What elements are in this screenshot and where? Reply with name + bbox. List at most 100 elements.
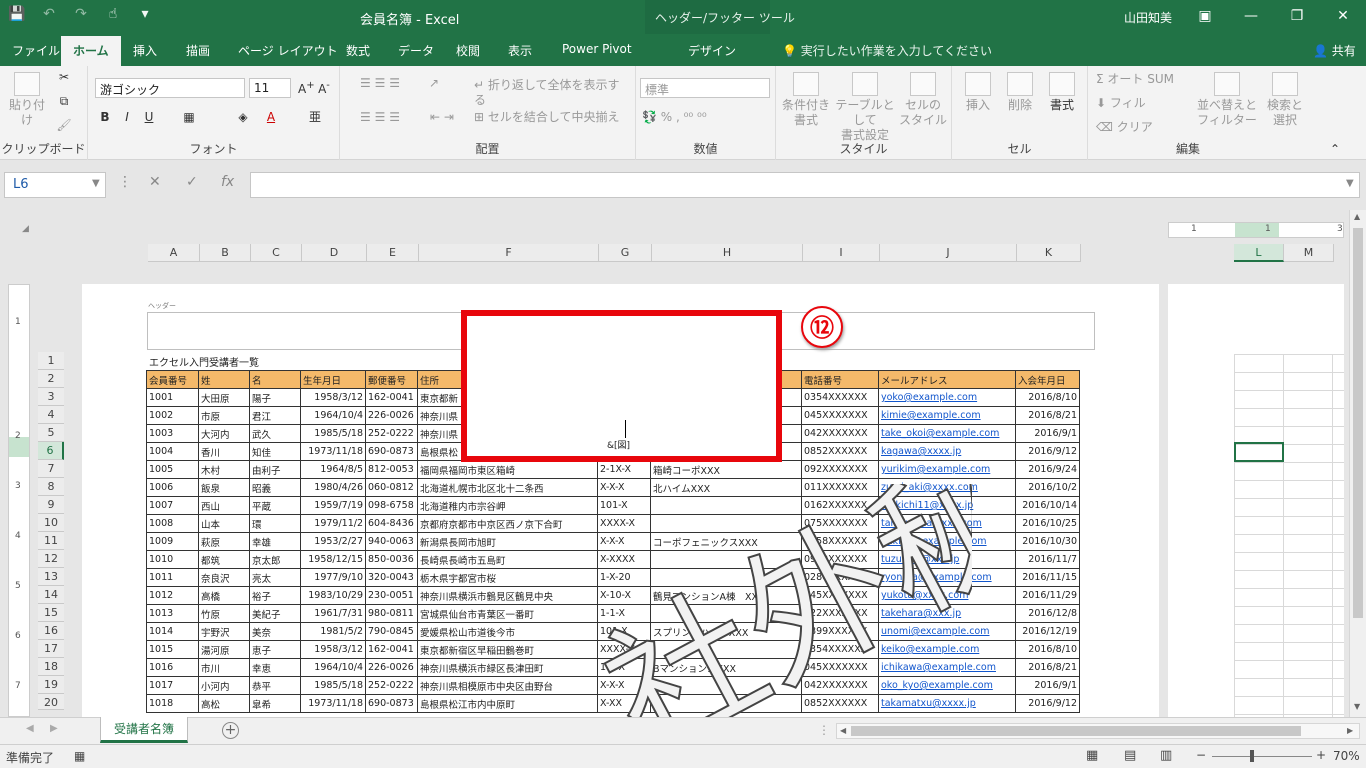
table-cell[interactable]: 愛媛県松山市道後今市 bbox=[417, 622, 598, 641]
phonetic-icon[interactable]: 亜 bbox=[306, 110, 324, 125]
table-cell[interactable]: yukota@xxxx.com bbox=[878, 586, 1016, 605]
table-cell[interactable]: 大河内 bbox=[198, 424, 250, 443]
ribbon-display-icon[interactable]: ▣ bbox=[1182, 0, 1228, 34]
table-cell[interactable]: 101-X bbox=[597, 496, 651, 515]
table-cell[interactable]: X-XX bbox=[597, 694, 651, 713]
macro-record-icon[interactable]: ▦ bbox=[74, 749, 85, 763]
tab-power-pivot[interactable]: Power Pivot bbox=[562, 42, 632, 56]
table-cell[interactable]: X-X-X bbox=[597, 478, 651, 497]
save-icon[interactable]: 💾 bbox=[8, 6, 26, 22]
enter-entry-button[interactable]: ✓ bbox=[186, 174, 198, 190]
autosum-button[interactable]: Σ オート SUM bbox=[1096, 72, 1192, 87]
table-cell[interactable]: 045XXXXXXX bbox=[801, 586, 879, 605]
tab-review[interactable]: 校閲 bbox=[456, 42, 480, 59]
table-cell[interactable]: 恵子 bbox=[249, 640, 301, 659]
bold-button[interactable]: B bbox=[98, 110, 112, 125]
table-cell[interactable]: 1964/10/4 bbox=[300, 406, 366, 425]
table-cell[interactable]: 亮太 bbox=[249, 568, 301, 587]
table-cell[interactable]: 1979/11/2 bbox=[300, 514, 366, 533]
table-cell[interactable]: 1-X-20 bbox=[597, 568, 651, 587]
table-cell[interactable]: take_okoi@example.com bbox=[878, 424, 1016, 443]
table-cell[interactable] bbox=[650, 496, 802, 515]
table-cell[interactable]: 陽子 bbox=[249, 388, 301, 407]
table-cell[interactable]: 市川 bbox=[198, 658, 250, 677]
table-cell[interactable]: 神奈川県相模原市中央区由野台 bbox=[417, 676, 598, 695]
table-cell[interactable]: 高松 bbox=[198, 694, 250, 713]
table-cell[interactable]: 1004 bbox=[146, 442, 199, 461]
table-cell[interactable]: 1981/5/2 bbox=[300, 622, 366, 641]
table-cell[interactable]: 北海道札幌市北区北十二条西 bbox=[417, 478, 598, 497]
table-cell[interactable]: tamayama@xxx.com bbox=[878, 514, 1016, 533]
table-cell[interactable]: 2-1X-X bbox=[597, 460, 651, 479]
row-header[interactable]: 1 bbox=[38, 352, 64, 370]
table-cell[interactable]: 2016/10/25 bbox=[1015, 514, 1080, 533]
row-header-selected[interactable]: 6 bbox=[38, 442, 64, 460]
column-header[interactable]: K bbox=[1017, 244, 1081, 262]
table-cell[interactable]: 2016/8/10 bbox=[1015, 388, 1080, 407]
table-cell[interactable] bbox=[650, 604, 802, 623]
row-header[interactable]: 2 bbox=[38, 370, 64, 388]
table-cell[interactable]: 1983/10/29 bbox=[300, 586, 366, 605]
table-cell[interactable]: 101-X bbox=[597, 622, 651, 641]
row-header[interactable]: 19 bbox=[38, 676, 64, 694]
table-cell[interactable]: コーポフェニックスXXX bbox=[650, 532, 802, 551]
table-cell[interactable]: 2016/9/12 bbox=[1015, 442, 1080, 461]
format-as-table-button[interactable]: テーブルとして 書式設定 bbox=[832, 72, 898, 143]
active-cell-L6[interactable] bbox=[1234, 442, 1284, 462]
table-cell[interactable]: 2016/12/19 bbox=[1015, 622, 1080, 641]
touch-mode-icon[interactable]: ☝ bbox=[104, 6, 122, 22]
table-cell[interactable]: 美紀子 bbox=[249, 604, 301, 623]
table-cell[interactable]: yurikim@example.com bbox=[878, 460, 1016, 479]
tab-split-handle[interactable]: ⋮ bbox=[818, 723, 830, 737]
table-cell[interactable]: 1964/8/5 bbox=[300, 460, 366, 479]
table-cell[interactable]: 平蔵 bbox=[249, 496, 301, 515]
tab-file[interactable]: ファイル bbox=[12, 42, 60, 59]
table-cell[interactable]: 2016/11/29 bbox=[1015, 586, 1080, 605]
table-cell[interactable]: 山本 bbox=[198, 514, 250, 533]
table-cell[interactable]: 1012 bbox=[146, 586, 199, 605]
table-cell[interactable]: kagawa@xxxx.jp bbox=[878, 442, 1016, 461]
table-cell[interactable]: 2016/9/1 bbox=[1015, 424, 1080, 443]
row-header[interactable]: 16 bbox=[38, 622, 64, 640]
table-cell[interactable]: 1014 bbox=[146, 622, 199, 641]
table-cell[interactable]: 鶴見マンションA棟 XX号 bbox=[650, 586, 802, 605]
column-header[interactable]: M bbox=[1284, 244, 1334, 262]
user-name[interactable]: 山田知美 bbox=[1124, 9, 1172, 26]
tab-insert[interactable]: 挿入 bbox=[133, 42, 157, 59]
table-cell[interactable]: 226-0026 bbox=[365, 658, 418, 677]
number-format-select[interactable]: 標準 bbox=[640, 78, 770, 98]
table-cell[interactable]: 252-0222 bbox=[365, 424, 418, 443]
horizontal-scroll-thumb[interactable] bbox=[851, 726, 1301, 736]
font-size-select[interactable]: 11 bbox=[249, 78, 291, 98]
table-cell[interactable]: 北海道稚内市宗谷岬 bbox=[417, 496, 598, 515]
shrink-font-icon[interactable]: A- bbox=[316, 78, 332, 97]
collapse-ribbon-icon[interactable]: ⌃ bbox=[1328, 142, 1342, 157]
table-cell[interactable]: 1013 bbox=[146, 604, 199, 623]
horizontal-scrollbar[interactable]: ◀ ▶ bbox=[836, 723, 1360, 739]
insert-cells-button[interactable]: 挿入 bbox=[956, 72, 1000, 113]
name-box-dropdown-icon[interactable]: ▼ bbox=[92, 178, 100, 189]
table-cell[interactable]: 西山 bbox=[198, 496, 250, 515]
prev-sheet-icon[interactable]: ◀ bbox=[26, 723, 34, 734]
table-cell[interactable]: ichikawa@example.com bbox=[878, 658, 1016, 677]
table-cell[interactable]: 京太郎 bbox=[249, 550, 301, 569]
horizontal-align-icons[interactable]: ☰ ☰ ☰ bbox=[350, 110, 410, 125]
scroll-right-icon[interactable]: ▶ bbox=[1347, 726, 1353, 735]
format-painter-icon[interactable]: 🖌 bbox=[54, 118, 74, 133]
table-cell[interactable]: 長崎県長崎市五島町 bbox=[417, 550, 598, 569]
number-format-icons[interactable]: 💱 % , ⁰⁰ ⁰⁰ bbox=[642, 110, 768, 125]
table-cell[interactable]: 980-0811 bbox=[365, 604, 418, 623]
table-cell[interactable]: 1958/3/12 bbox=[300, 640, 366, 659]
table-cell[interactable]: 2016/10/14 bbox=[1015, 496, 1080, 515]
table-cell[interactable]: 2016/11/7 bbox=[1015, 550, 1080, 569]
table-cell[interactable]: 新潟県長岡市旭町 bbox=[417, 532, 598, 551]
table-cell[interactable]: 恭平 bbox=[249, 676, 301, 695]
table-cell[interactable]: 栃木県宇都宮市桜 bbox=[417, 568, 598, 587]
select-all-corner[interactable]: ◢ bbox=[22, 224, 29, 234]
column-header[interactable]: D bbox=[302, 244, 367, 262]
row-header[interactable]: 7 bbox=[38, 460, 64, 478]
table-cell[interactable]: 690-0873 bbox=[365, 442, 418, 461]
sheet-tab-active[interactable]: 受講者名簿 bbox=[100, 717, 188, 743]
table-cell[interactable]: 162-0041 bbox=[365, 640, 418, 659]
table-header-cell[interactable]: 会員番号 bbox=[146, 370, 199, 389]
